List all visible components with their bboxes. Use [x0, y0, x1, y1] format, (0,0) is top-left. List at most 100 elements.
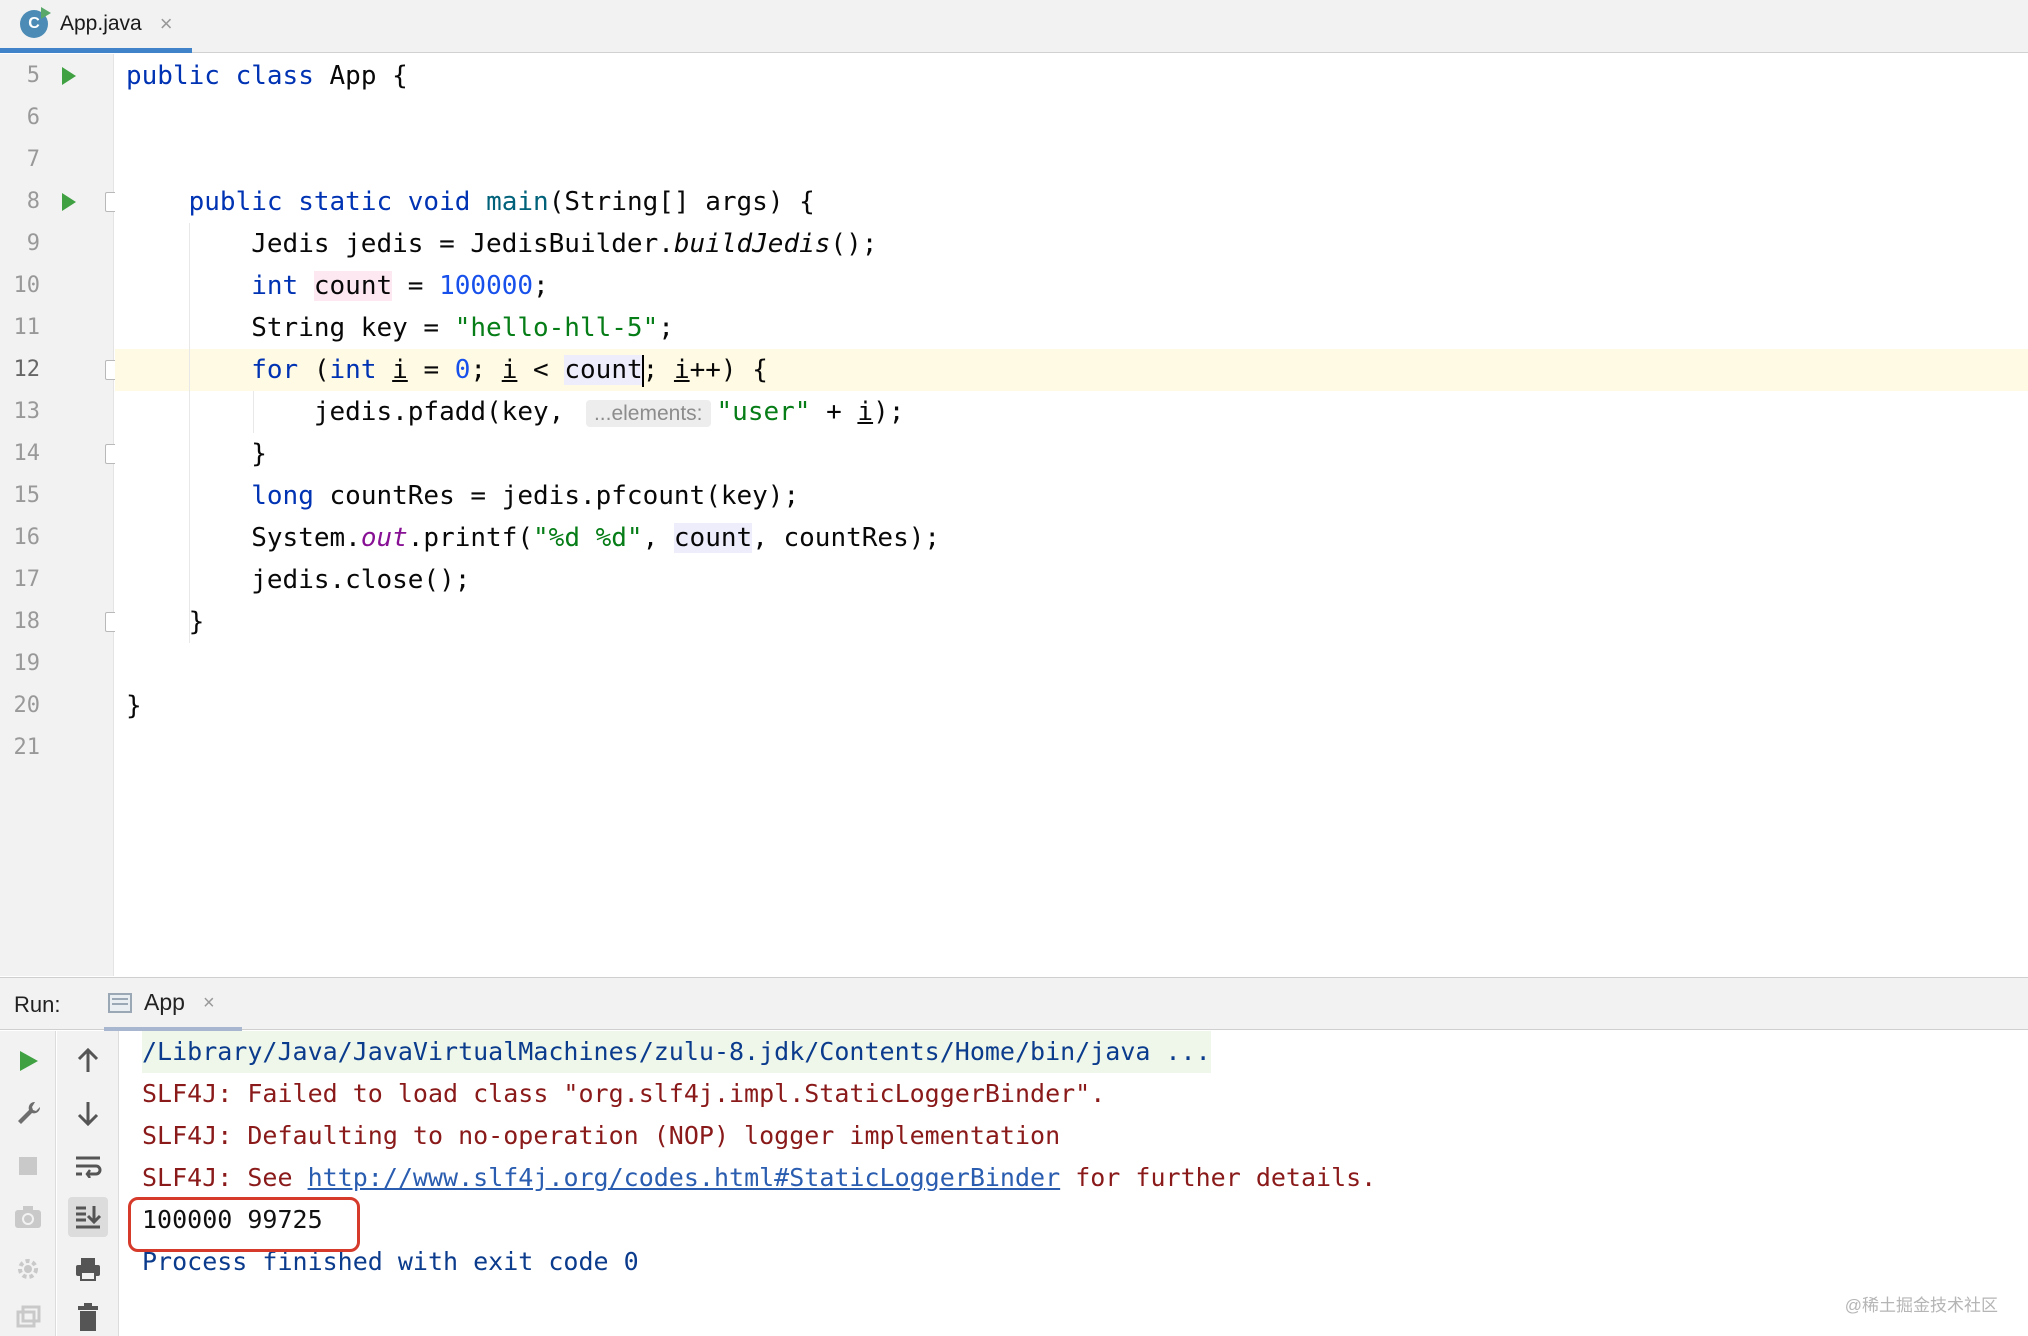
- run-class-icon[interactable]: [62, 67, 76, 85]
- parameter-hint: ...elements:: [585, 400, 711, 427]
- line-number: 7: [26, 147, 40, 172]
- stop-icon[interactable]: [8, 1146, 48, 1186]
- code-token: <: [517, 355, 565, 385]
- line-number: 18: [13, 609, 41, 634]
- code-token: System.: [251, 523, 361, 553]
- line-number: 20: [13, 693, 41, 718]
- code-line-15: long countRes = jedis.pfcount(key);: [126, 475, 799, 517]
- code-token: }: [126, 691, 142, 721]
- run-main-icon[interactable]: [62, 193, 76, 211]
- debug-gear-icon[interactable]: [8, 1249, 48, 1289]
- console-icon: [108, 992, 132, 1013]
- close-run-tab-icon[interactable]: ×: [203, 993, 215, 1013]
- code-line-8: public static void main(String[] args) {: [126, 181, 815, 223]
- console-error-line: SLF4J: Defaulting to no-operation (NOP) …: [142, 1121, 1061, 1150]
- keyword: for: [251, 355, 299, 385]
- code-line-10: int count = 100000;: [126, 265, 549, 307]
- run-tab-app[interactable]: App ×: [104, 978, 242, 1031]
- close-tab-icon[interactable]: ×: [160, 13, 173, 35]
- keyword: class: [235, 61, 314, 91]
- run-panel-header: Run: App ×: [0, 977, 2028, 1031]
- code-token: =: [407, 355, 455, 385]
- soft-wrap-icon[interactable]: [68, 1146, 108, 1186]
- editor-tab-bar: C App.java ×: [0, 0, 2028, 53]
- variable-i: i: [857, 397, 874, 427]
- line-number: 13: [13, 399, 41, 424]
- tab-title: App.java: [60, 12, 142, 35]
- code-token: ();: [830, 229, 878, 259]
- code-token: }: [188, 607, 205, 637]
- console-text: SLF4J: See: [142, 1163, 308, 1192]
- code-line-16: System.out.printf("%d %d", count, countR…: [126, 517, 940, 559]
- code-line-18: }: [126, 601, 205, 643]
- restore-layout-icon[interactable]: [8, 1297, 48, 1336]
- console-text: for further details.: [1060, 1163, 1377, 1192]
- string-literal: "%d %d": [533, 523, 643, 553]
- line-number: 11: [13, 315, 41, 340]
- line-number: 21: [13, 735, 41, 760]
- line-number-current: 12: [13, 357, 41, 382]
- code-token: {: [376, 61, 408, 91]
- console-command-line[interactable]: /Library/Java/JavaVirtualMachines/zulu-8…: [142, 1031, 1211, 1073]
- run-tab-title: App: [144, 989, 185, 1015]
- code-token: (String[] args) {: [548, 187, 815, 217]
- code-token: ;: [470, 355, 502, 385]
- variable-i: i: [501, 355, 518, 385]
- line-number: 10: [13, 273, 41, 298]
- run-toolbar-right: [57, 1031, 119, 1336]
- print-icon[interactable]: [68, 1249, 108, 1289]
- string-literal: "user": [716, 397, 811, 427]
- code-token: ;: [642, 355, 674, 385]
- trash-icon[interactable]: [68, 1297, 108, 1336]
- code-line-17: jedis.close();: [126, 559, 470, 601]
- keyword: int: [251, 271, 299, 301]
- variable-count-write: count: [313, 271, 393, 301]
- code-line-13: jedis.pfadd(key, ...elements: "user" + i)…: [126, 391, 904, 433]
- code-token: (: [298, 355, 330, 385]
- keyword: public: [126, 61, 220, 91]
- line-number: 14: [13, 441, 41, 466]
- keyword: static: [298, 187, 393, 217]
- rerun-icon[interactable]: [8, 1041, 48, 1081]
- tab-app-java[interactable]: C App.java ×: [0, 0, 192, 53]
- run-console[interactable]: /Library/Java/JavaVirtualMachines/zulu-8…: [120, 1031, 2028, 1336]
- line-number: 9: [26, 231, 40, 256]
- code-line-12: for (int i = 0; i < count; i++) {: [126, 349, 768, 391]
- method-name: main: [486, 187, 549, 217]
- console-error-line: SLF4J: Failed to load class "org.slf4j.i…: [142, 1079, 1106, 1108]
- line-number: 8: [26, 189, 40, 214]
- line-number: 5: [26, 63, 40, 88]
- scroll-to-end-icon[interactable]: [68, 1197, 108, 1237]
- wrench-icon[interactable]: [8, 1093, 48, 1133]
- keyword: void: [407, 187, 471, 217]
- run-toolbar-left: [0, 1031, 56, 1336]
- up-arrow-icon[interactable]: [68, 1041, 108, 1081]
- code-line-20: }: [126, 685, 142, 727]
- editor-gutter: 5 6 7 8 9 10 11 12 13 14 15 16 17 18 19 …: [0, 54, 122, 976]
- code-token: +: [810, 397, 858, 427]
- code-token: ;: [658, 313, 674, 343]
- code-line-14: }: [126, 433, 267, 475]
- code-token: );: [873, 397, 905, 427]
- console-error-line: SLF4J: See http://www.slf4j.org/codes.ht…: [142, 1157, 1376, 1199]
- code-token: jedis.pfadd(key,: [313, 397, 565, 427]
- code-token: Jedis jedis = JedisBuilder.: [251, 229, 674, 259]
- number-literal: 0: [454, 355, 471, 385]
- variable-count-read: count: [564, 355, 643, 385]
- code-token: String key =: [251, 313, 455, 343]
- code-line-5: public class App {: [126, 55, 408, 97]
- code-token: ++) {: [689, 355, 768, 385]
- code-token: .printf(: [407, 523, 534, 553]
- down-arrow-icon[interactable]: [68, 1093, 108, 1133]
- code-token: countRes = jedis.pfcount(key);: [313, 481, 800, 511]
- console-link[interactable]: http://www.slf4j.org/codes.html#StaticLo…: [308, 1163, 1061, 1192]
- camera-icon[interactable]: [8, 1197, 48, 1237]
- code-line-11: String key = "hello-hll-5";: [126, 307, 674, 349]
- code-token: ,: [752, 523, 784, 553]
- code-token: ;: [533, 271, 549, 301]
- result-highlight-box: [128, 1197, 360, 1252]
- code-line-9: Jedis jedis = JedisBuilder.buildJedis();: [126, 223, 877, 265]
- line-number: 16: [13, 525, 41, 550]
- code-editor[interactable]: public class App { public static void ma…: [115, 54, 2028, 976]
- variable-i: i: [392, 355, 408, 385]
